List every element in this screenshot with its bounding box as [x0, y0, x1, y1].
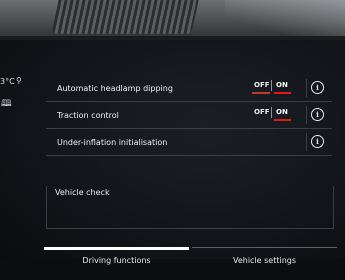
air-vent-grille: [51, 0, 199, 34]
setting-row-under-inflation[interactable]: Under-inflation initialisation i: [46, 129, 332, 156]
tab-vehicle-settings[interactable]: Vehicle settings: [192, 247, 337, 278]
dashboard-bezel: [0, 0, 345, 40]
book-icon[interactable]: 🕮: [1, 96, 12, 112]
temperature-readout: 3°C: [0, 77, 15, 86]
toggle-on-option[interactable]: ON: [276, 81, 288, 89]
toggle-on-underline: [274, 119, 291, 121]
toggle-off-underline: [252, 92, 270, 94]
traction-control-toggle[interactable]: OFF ON: [252, 107, 292, 122]
touchscreen: 3°C ⚲ 🕮 Automatic headlamp dipping OFF O…: [0, 40, 345, 265]
toggle-separator: [271, 107, 272, 118]
toggle-off-option[interactable]: OFF: [254, 81, 270, 89]
info-icon[interactable]: i: [311, 81, 324, 94]
glare-reflection: [225, 0, 345, 40]
info-icon[interactable]: i: [311, 135, 324, 148]
setting-label: Under-inflation initialisation: [57, 137, 168, 147]
toggle-separator: [271, 80, 272, 91]
map-pin-icon: ⚲: [16, 76, 22, 85]
setting-row-traction-control: Traction control OFF ON i: [46, 102, 332, 129]
setting-row-vehicle-check[interactable]: Vehicle check: [46, 186, 334, 229]
toggle-on-option[interactable]: ON: [276, 108, 288, 116]
setting-label: Vehicle check: [55, 188, 110, 197]
setting-label: Traction control: [57, 110, 119, 120]
toggle-off-option[interactable]: OFF: [254, 108, 270, 116]
setting-row-headlamp-dipping: Automatic headlamp dipping OFF ON i: [46, 75, 332, 102]
row-divider: [306, 106, 307, 124]
driving-functions-list: Automatic headlamp dipping OFF ON i Trac…: [46, 75, 332, 156]
bottom-tab-bar: Driving functions Vehicle settings: [44, 247, 345, 277]
row-divider: [306, 79, 307, 97]
tab-driving-functions[interactable]: Driving functions: [44, 247, 189, 280]
row-divider: [306, 133, 307, 151]
headlamp-dipping-toggle[interactable]: OFF ON: [252, 80, 292, 95]
info-icon[interactable]: i: [311, 108, 324, 121]
setting-label: Automatic headlamp dipping: [57, 83, 173, 93]
toggle-on-underline: [274, 92, 291, 94]
